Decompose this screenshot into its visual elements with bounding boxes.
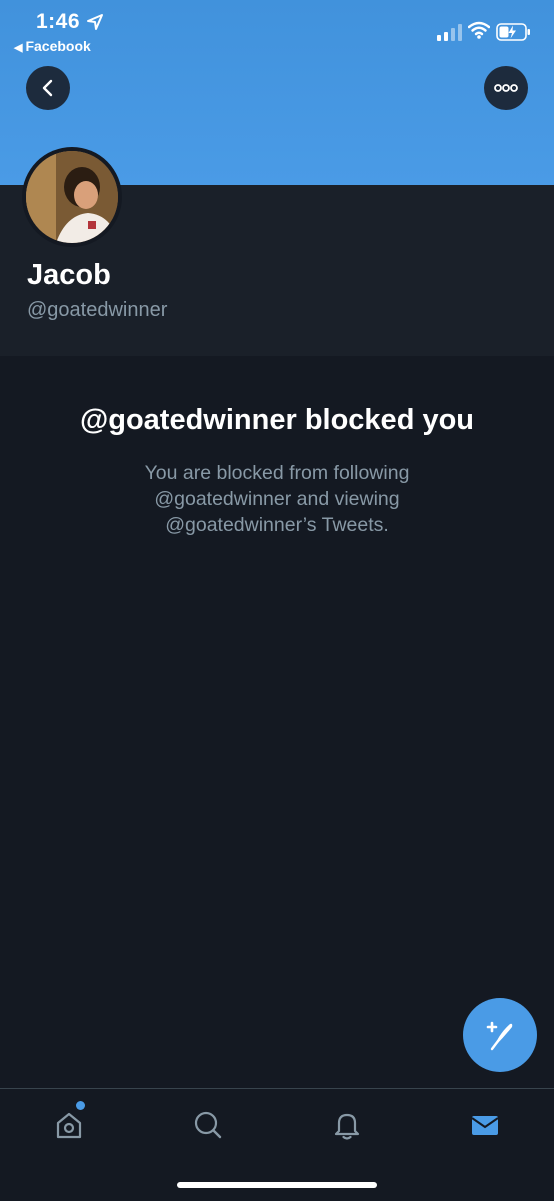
profile-name: Jacob [27,259,111,291]
tab-search[interactable] [188,1105,228,1145]
status-bar: 1:46 ◀ Facebook [0,0,554,60]
battery-charging-icon [496,23,530,41]
avatar-photo [26,151,118,243]
home-notification-badge [76,1101,85,1110]
location-arrow-icon [87,14,103,30]
mail-icon [471,1116,499,1135]
avatar-image [26,151,118,243]
blocked-title: @goatedwinner blocked you [79,404,475,436]
tab-messages[interactable] [465,1105,505,1145]
more-dots-icon [494,84,518,92]
back-to-app-link[interactable]: ◀ Facebook [14,38,91,54]
bell-icon [334,1113,360,1140]
blocked-description: You are blocked from following @goatedwi… [144,462,410,536]
status-time: 1:46 [36,10,81,33]
avatar[interactable] [22,147,122,247]
chevron-left-icon [42,79,53,97]
back-app-label: Facebook [25,38,91,54]
back-triangle-icon: ◀ [14,42,23,54]
compose-tweet-icon [486,1021,513,1051]
compose-tweet-button[interactable] [463,998,537,1072]
home-icon [56,1112,82,1139]
profile-handle: @goatedwinner [27,299,168,321]
home-indicator[interactable] [177,1182,377,1188]
tab-home[interactable] [49,1105,89,1145]
tab-notifications[interactable] [327,1105,367,1145]
cellular-signal-icon [437,24,462,41]
wifi-icon [468,21,490,39]
more-options-button[interactable] [484,66,528,110]
search-icon [194,1111,222,1139]
back-button[interactable] [26,66,70,110]
